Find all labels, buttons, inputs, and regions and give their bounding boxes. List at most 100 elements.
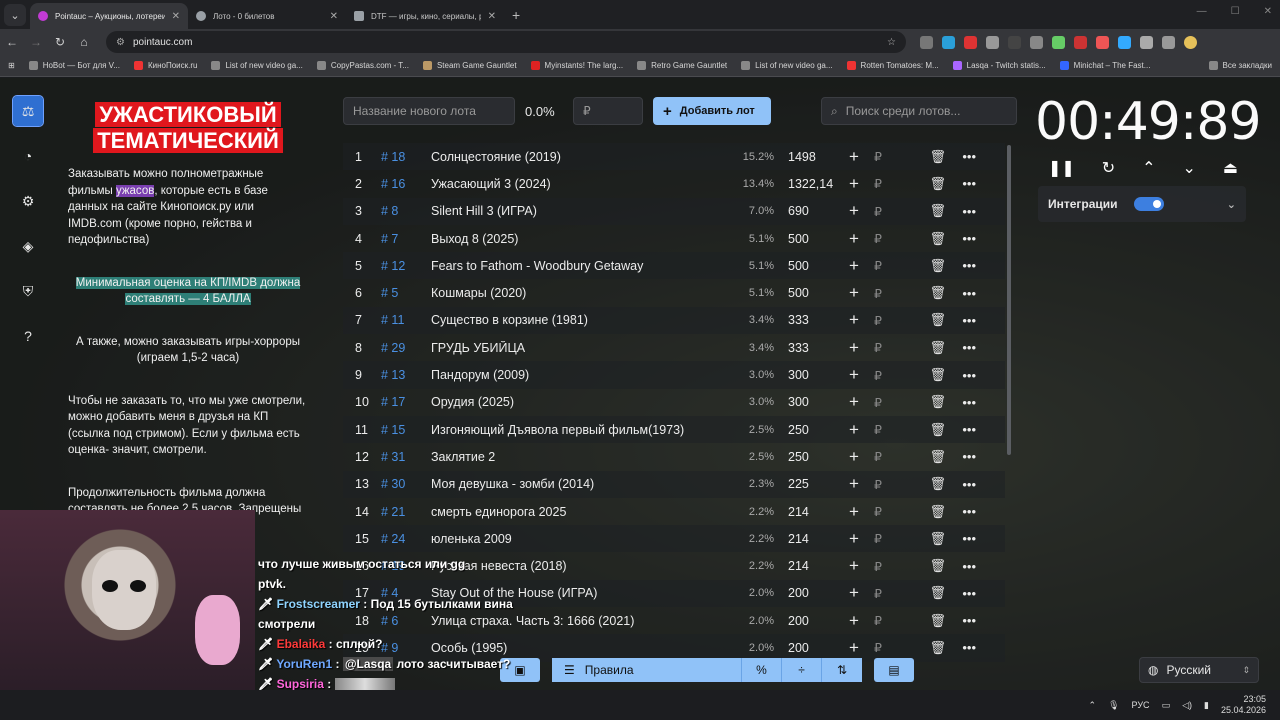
lot-name[interactable]: ГРУДЬ УБИЙЦА	[431, 341, 731, 355]
trash-icon[interactable]: 🗑	[904, 149, 946, 165]
more-dots-icon[interactable]: •••	[946, 395, 976, 410]
lot-row[interactable]: 7 # 11 Существо в корзине (1981) 3.4% 333 + ₽ 🗑…	[343, 306, 1005, 335]
ruble-icon[interactable]: ₽	[874, 231, 904, 246]
apps-grid-icon[interactable]: ⊞	[8, 61, 15, 70]
lot-row[interactable]: 10 # 17 Орудия (2025) 3.0% 300 + ₽ 🗑 •••	[343, 389, 1005, 416]
ruble-icon[interactable]: ₽	[874, 286, 904, 301]
lot-name[interactable]: Кошмары (2020)	[431, 286, 731, 300]
extension-icon[interactable]	[1030, 35, 1043, 49]
ruble-icon[interactable]: ₽	[874, 176, 904, 191]
lot-row[interactable]: 11 # 15 Изгоняющий Дъявола первый фильм(19…	[343, 415, 1005, 444]
lot-name[interactable]: Fears to Fathom - Woodbury Getaway	[431, 259, 731, 273]
trash-icon[interactable]: 🗑	[904, 504, 946, 520]
extension-icon[interactable]	[1052, 35, 1065, 49]
lot-name[interactable]: Орудия (2025)	[431, 395, 731, 409]
more-dots-icon[interactable]: •••	[946, 613, 976, 628]
more-dots-icon[interactable]: •••	[946, 640, 976, 655]
bookmark-item[interactable]: КиноПоиск.ru	[133, 61, 197, 70]
integrations-panel[interactable]: Интеграции ⌄	[1038, 186, 1246, 222]
lot-id-link[interactable]: # 8	[381, 204, 431, 218]
new-lot-name-input[interactable]: Название нового лота	[343, 97, 515, 125]
lot-name[interactable]: Изгоняющий Дъявола первый фильм(1973)	[431, 423, 731, 437]
lot-amount[interactable]: 225	[774, 477, 834, 491]
add-amount-plus-icon[interactable]: +	[834, 474, 874, 494]
close-tab-icon[interactable]: ✕	[488, 11, 496, 22]
ruble-icon[interactable]: ₽	[874, 149, 904, 164]
add-amount-plus-icon[interactable]: +	[834, 392, 874, 412]
auction-gavel-icon[interactable]: ⚖	[12, 95, 44, 127]
lot-name[interactable]: Моя девушка - зомби (2014)	[431, 477, 731, 491]
extension-icon[interactable]	[920, 35, 933, 49]
input-language[interactable]: РУС	[1132, 700, 1150, 710]
add-amount-plus-icon[interactable]: +	[834, 611, 874, 631]
bookmark-item[interactable]: HoBot — Бот для V...	[28, 61, 120, 70]
add-amount-plus-icon[interactable]: +	[834, 174, 874, 194]
more-dots-icon[interactable]: •••	[946, 531, 976, 546]
avatar[interactable]	[1184, 35, 1197, 49]
new-tab-button[interactable]: +	[512, 7, 520, 23]
menu-icon[interactable]	[1162, 35, 1175, 49]
lot-amount[interactable]: 500	[774, 286, 834, 300]
trash-icon[interactable]: 🗑	[904, 258, 946, 274]
lots-scrollbar[interactable]	[1007, 145, 1011, 455]
lot-name[interactable]: Silent Hill 3 (ИГРА)	[431, 204, 731, 218]
ruble-icon[interactable]: ₽	[874, 504, 904, 519]
trash-icon[interactable]: 🗑	[904, 231, 946, 247]
add-lot-button[interactable]: + Добавить лот	[653, 97, 771, 125]
lot-name[interactable]: Выход 8 (2025)	[431, 232, 731, 246]
tab-loto[interactable]: Лото - 0 билетов ✕	[188, 3, 346, 29]
lot-id-link[interactable]: # 29	[381, 341, 431, 355]
more-dots-icon[interactable]: •••	[946, 368, 976, 383]
lot-row[interactable]: 5 # 12 Fears to Fathom - Woodbury Getaway 5…	[343, 252, 1005, 280]
lot-row[interactable]: 6 # 5 Кошмары (2020) 5.1% 500 + ₽ 🗑 •••	[343, 279, 1005, 306]
ruble-icon[interactable]: ₽	[874, 258, 904, 273]
lot-id-link[interactable]: # 24	[381, 532, 431, 546]
lot-id-link[interactable]: # 21	[381, 505, 431, 519]
lot-row[interactable]: 13 # 30 Моя девушка - зомби (2014) 2.3% 225 +…	[343, 470, 1005, 498]
lot-name[interactable]: юленька 2009	[431, 532, 731, 546]
home-icon[interactable]: ⌂	[72, 35, 96, 49]
ruble-icon[interactable]: ₽	[874, 313, 904, 328]
lot-search-input[interactable]: ⌕ Поиск среди лотов...	[821, 97, 1017, 125]
lot-amount[interactable]: 690	[774, 204, 834, 218]
site-info-icon[interactable]: ⚙	[116, 37, 125, 48]
more-dots-icon[interactable]: •••	[946, 313, 976, 328]
chevron-up-icon[interactable]: ⌃	[1142, 158, 1155, 178]
extension-icon[interactable]	[1118, 35, 1131, 49]
lot-row[interactable]: 3 # 8 Silent Hill 3 (ИГРА) 7.0% 690 + ₽ 🗑 •••	[343, 197, 1005, 225]
more-dots-icon[interactable]: •••	[946, 477, 976, 492]
wheel-chart-icon[interactable]: ◔	[13, 141, 43, 171]
network-icon[interactable]: ▭	[1162, 700, 1171, 711]
trash-icon[interactable]: 🗑	[904, 312, 946, 328]
trash-icon[interactable]: 🗑	[904, 476, 946, 492]
lot-id-link[interactable]: # 16	[381, 177, 431, 191]
add-amount-plus-icon[interactable]: +	[834, 229, 874, 249]
puzzle-icon[interactable]	[1140, 35, 1153, 49]
lot-name[interactable]: Существо в корзине (1981)	[431, 313, 731, 327]
forward-arrow-icon[interactable]: →	[24, 35, 48, 49]
help-icon[interactable]: ?	[13, 321, 43, 351]
bookmark-item[interactable]: Myinstants! The larg...	[530, 61, 623, 70]
bookmark-item[interactable]: List of new video ga...	[741, 61, 833, 70]
lot-amount[interactable]: 200	[774, 586, 834, 600]
integrations-toggle[interactable]	[1133, 197, 1164, 211]
more-dots-icon[interactable]: •••	[946, 449, 976, 464]
add-amount-plus-icon[interactable]: +	[834, 147, 874, 167]
divide-icon[interactable]: ÷	[782, 658, 822, 682]
more-dots-icon[interactable]: •••	[946, 176, 976, 191]
volume-icon[interactable]: ◁)	[1182, 700, 1192, 711]
ruble-icon[interactable]: ₽	[874, 204, 904, 219]
more-dots-icon[interactable]: •••	[946, 204, 976, 219]
add-amount-plus-icon[interactable]: +	[834, 256, 874, 276]
ruble-icon[interactable]: ₽	[874, 531, 904, 546]
lot-amount[interactable]: 200	[774, 641, 834, 655]
add-amount-plus-icon[interactable]: +	[834, 529, 874, 549]
trash-icon[interactable]: 🗑	[904, 285, 946, 301]
add-amount-plus-icon[interactable]: +	[834, 556, 874, 576]
ruble-icon[interactable]: ₽	[874, 586, 904, 601]
chevron-down-icon[interactable]: ⌄	[1182, 158, 1195, 178]
ruble-icon[interactable]: ₽	[874, 477, 904, 492]
lot-amount[interactable]: 200	[774, 614, 834, 628]
clear-all-icon[interactable]: ▤	[874, 658, 914, 682]
extension-icon[interactable]	[986, 35, 999, 49]
